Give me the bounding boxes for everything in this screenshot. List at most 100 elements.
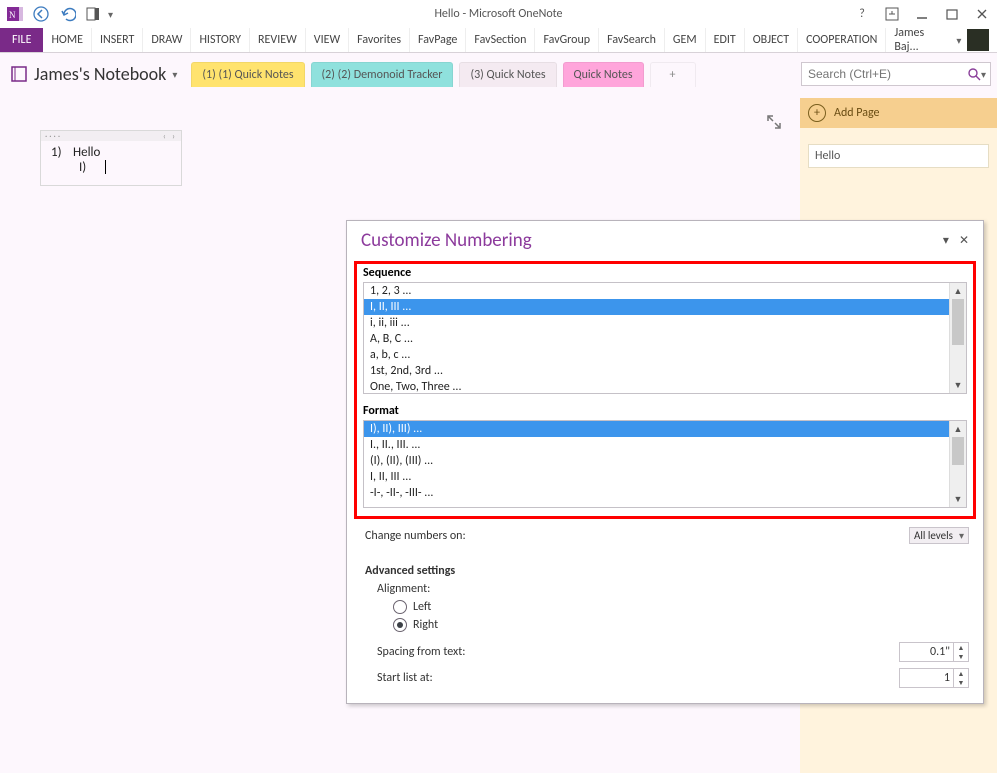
spacing-input[interactable]: 0.1" ▲▼ — [899, 642, 969, 662]
list-item[interactable]: One, Two, Three ... — [364, 379, 966, 394]
spinner[interactable]: ▲▼ — [953, 643, 968, 661]
list-item[interactable]: 1st, 2nd, 3rd ... — [364, 363, 966, 379]
list-item[interactable]: I, II, III ... — [364, 299, 966, 315]
scroll-down-icon[interactable]: ▼ — [950, 491, 966, 507]
scroll-up-icon[interactable]: ▲ — [950, 283, 966, 299]
alignment-right-label: Right — [413, 618, 438, 632]
add-page-label: Add Page — [834, 106, 879, 120]
chevron-down-icon: ▾ — [959, 529, 964, 542]
svg-text:N: N — [9, 10, 16, 20]
start-list-value: 1 — [944, 671, 950, 685]
list-item[interactable]: a, b, c ... — [364, 347, 966, 363]
help-icon[interactable]: ? — [853, 5, 871, 23]
list-item[interactable]: 1, 2, 3 ... — [364, 283, 966, 299]
back-icon[interactable] — [30, 3, 52, 25]
minimize-button[interactable] — [913, 5, 931, 23]
ribbon-tab-review[interactable]: REVIEW — [250, 28, 306, 52]
add-page-button[interactable]: + Add Page — [800, 98, 997, 128]
avatar[interactable] — [967, 29, 989, 51]
ribbon-tab-gem[interactable]: GEM — [665, 28, 706, 52]
highlighted-region: Sequence 1, 2, 3 ... I, II, III ... i, i… — [354, 261, 976, 519]
text-cursor — [105, 160, 106, 174]
sequence-listbox[interactable]: 1, 2, 3 ... I, II, III ... i, ii, iii ..… — [363, 282, 967, 394]
resize-handle-icon[interactable]: ‹ › — [163, 131, 177, 142]
notebook-dropdown-icon[interactable]: ▾ — [172, 68, 177, 81]
note-container-handle[interactable]: ···· ‹ › — [41, 131, 181, 141]
scroll-up-icon[interactable]: ▲ — [950, 421, 966, 437]
user-dropdown-icon[interactable]: ▾ — [956, 34, 961, 47]
ribbon-tab-favsection[interactable]: FavSection — [466, 28, 535, 52]
ribbon-tab-cooperation[interactable]: COOPERATION — [798, 28, 886, 52]
undo-icon[interactable] — [56, 3, 78, 25]
notebook-title: James's Notebook — [34, 63, 166, 85]
scrollbar[interactable]: ▲ ▼ — [949, 421, 966, 507]
ribbon-tab-view[interactable]: VIEW — [306, 28, 349, 52]
start-list-input[interactable]: 1 ▲▼ — [899, 668, 969, 688]
section-tab[interactable]: (2) (2) Demonoid Tracker — [311, 62, 454, 87]
ribbon-display-options-icon[interactable] — [883, 5, 901, 23]
section-tab[interactable]: Quick Notes — [563, 62, 644, 87]
search-scope-dropdown-icon[interactable]: ▾ — [981, 68, 986, 81]
scrollbar[interactable]: ▲ ▼ — [949, 283, 966, 393]
customize-numbering-dialog: Customize Numbering ▾ ✕ Sequence 1, 2, 3… — [346, 220, 984, 704]
start-list-label: Start list at: — [377, 671, 433, 685]
spacing-value: 0.1" — [930, 645, 950, 659]
ribbon-tab-favsearch[interactable]: FavSearch — [599, 28, 665, 52]
ribbon-tab-favgroup[interactable]: FavGroup — [535, 28, 599, 52]
alignment-left-label: Left — [413, 600, 431, 614]
ribbon-tab-home[interactable]: HOME — [43, 28, 92, 52]
note-container[interactable]: ···· ‹ › 1) Hello I) — [40, 130, 182, 186]
list-item[interactable]: -I-, -II-, -III- ... — [364, 485, 966, 501]
expand-icon[interactable] — [766, 114, 782, 130]
notebook-selector[interactable]: James's Notebook ▾ — [10, 63, 185, 85]
dock-icon[interactable] — [82, 3, 104, 25]
note-text: Hello — [73, 145, 100, 160]
page-list-item[interactable]: Hello — [808, 144, 989, 168]
new-section-button[interactable]: + — [650, 62, 696, 87]
list-item[interactable]: I), II), III) ... — [364, 421, 966, 437]
advanced-settings-label: Advanced settings — [365, 564, 969, 578]
scroll-thumb[interactable] — [952, 299, 964, 345]
scroll-down-icon[interactable]: ▼ — [950, 377, 966, 393]
ribbon-tab-draw[interactable]: DRAW — [143, 28, 191, 52]
section-tab[interactable]: (3) Quick Notes — [459, 62, 556, 87]
dialog-close-icon[interactable]: ✕ — [959, 233, 969, 248]
list-item[interactable]: I, II, III ... — [364, 469, 966, 485]
ribbon-tab-history[interactable]: HISTORY — [191, 28, 250, 52]
close-button[interactable] — [973, 5, 991, 23]
ribbon-tab-favorites[interactable]: Favorites — [349, 28, 410, 52]
dialog-dropdown-icon[interactable]: ▾ — [943, 233, 949, 248]
search-input[interactable]: ▾ — [801, 62, 991, 86]
user-name[interactable]: James Baj... — [894, 26, 950, 54]
list-item[interactable]: (I), (II), (III) ... — [364, 453, 966, 469]
search-field[interactable] — [806, 66, 967, 82]
alignment-left-radio[interactable] — [393, 600, 407, 614]
levels-value: All levels — [914, 529, 953, 542]
onenote-app-icon: N — [4, 3, 26, 25]
list-item[interactable]: A, B, C ... — [364, 331, 966, 347]
format-label: Format — [363, 404, 967, 418]
maximize-button[interactable] — [943, 5, 961, 23]
ribbon-tab-object[interactable]: OBJECT — [745, 28, 798, 52]
alignment-label: Alignment: — [377, 582, 430, 596]
ribbon-tab-insert[interactable]: INSERT — [92, 28, 143, 52]
section-tab[interactable]: (1) (1) Quick Notes — [191, 62, 304, 87]
window-title: Hello - Microsoft OneNote — [0, 7, 997, 21]
alignment-right-radio[interactable] — [393, 618, 407, 632]
qat-dropdown-icon[interactable]: ▾ — [108, 8, 113, 21]
change-numbers-label: Change numbers on: — [365, 529, 466, 543]
scroll-thumb[interactable] — [952, 437, 964, 465]
sequence-label: Sequence — [363, 266, 967, 280]
grip-icon[interactable]: ···· — [45, 131, 62, 142]
ribbon-tab-edit[interactable]: EDIT — [706, 28, 745, 52]
dialog-title: Customize Numbering — [361, 229, 532, 252]
spinner[interactable]: ▲▼ — [953, 669, 968, 687]
search-icon[interactable] — [967, 67, 981, 81]
format-listbox[interactable]: I), II), III) ... I., II., III. ... (I),… — [363, 420, 967, 508]
file-tab[interactable]: FILE — [0, 28, 43, 52]
ribbon-tab-favpage[interactable]: FavPage — [410, 28, 466, 52]
levels-dropdown[interactable]: All levels ▾ — [909, 527, 969, 544]
list-item[interactable]: I., II., III. ... — [364, 437, 966, 453]
list-item[interactable]: i, ii, iii ... — [364, 315, 966, 331]
note-content[interactable]: 1) Hello I) — [41, 141, 181, 185]
